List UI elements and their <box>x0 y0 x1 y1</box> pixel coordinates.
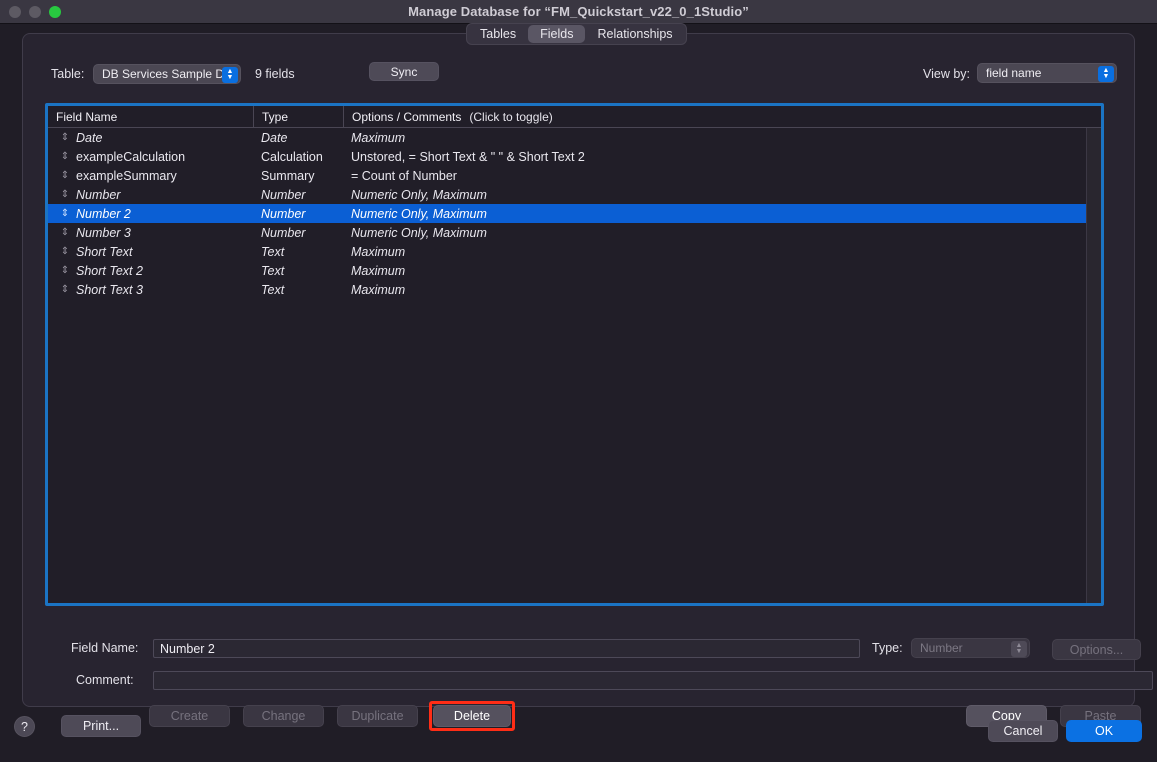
close-window-icon[interactable] <box>9 6 21 18</box>
comment-input[interactable] <box>153 671 1153 690</box>
row-field-options[interactable]: Maximum <box>343 280 1101 299</box>
row-field-type: Summary <box>261 168 315 183</box>
row-field-options[interactable]: Maximum <box>343 242 1101 261</box>
row-field-name: Short Text 3 <box>76 282 143 297</box>
window-title-bar: Manage Database for “FM_Quickstart_v22_0… <box>0 0 1157 24</box>
tab-tables[interactable]: Tables <box>468 25 528 43</box>
chevron-updown-icon: ▲ ▼ <box>222 67 238 83</box>
chevron-updown-icon: ▲ ▼ <box>1098 66 1114 82</box>
row-field-type: Number <box>261 206 306 221</box>
minimize-window-icon[interactable] <box>29 6 41 18</box>
cancel-button[interactable]: Cancel <box>988 720 1058 742</box>
tab-fields[interactable]: Fields <box>528 25 586 43</box>
field-list[interactable]: Field Name Type Options / Comments (Clic… <box>45 103 1104 606</box>
fields-toolbar: Table: DB Services Sample D... ▲ ▼ 9 fiel… <box>23 59 1136 91</box>
reorder-handle-icon[interactable]: ⇕ <box>56 185 74 204</box>
column-header-options[interactable]: Options / Comments (Click to toggle) <box>343 106 1101 128</box>
row-field-name: Number 2 <box>76 206 131 221</box>
reorder-handle-icon[interactable]: ⇕ <box>56 204 74 223</box>
field-name-input[interactable]: Number 2 <box>153 639 860 658</box>
table-select[interactable]: DB Services Sample D... ▲ ▼ <box>93 64 241 84</box>
row-field-type: Calculation <box>261 149 323 164</box>
column-header-type[interactable]: Type <box>253 106 343 128</box>
column-header-options-hint: (Click to toggle) <box>469 110 553 124</box>
field-list-header: Field Name Type Options / Comments (Clic… <box>48 106 1101 128</box>
column-header-options-label: Options / Comments <box>352 110 462 124</box>
row-field-name: Date <box>76 130 103 145</box>
row-field-type: Text <box>261 244 285 259</box>
row-field-name: Number <box>76 187 121 202</box>
window-title: Manage Database for “FM_Quickstart_v22_0… <box>408 4 749 19</box>
dialog-body: Tables Fields Relationships Table: DB Se… <box>0 23 1157 762</box>
row-field-options[interactable]: Unstored, = Short Text & " " & Short Tex… <box>343 147 1101 166</box>
table-row[interactable]: ⇕ Short Text 2 Text Maximum <box>48 261 1101 280</box>
main-panel: Tables Fields Relationships Table: DB Se… <box>22 23 1153 731</box>
row-field-options[interactable]: Maximum <box>343 261 1101 280</box>
row-field-name: exampleSummary <box>76 168 177 183</box>
reorder-handle-icon[interactable]: ⇕ <box>56 166 74 185</box>
row-field-name: Short Text <box>76 244 133 259</box>
tab-bar: Tables Fields Relationships <box>466 23 687 45</box>
view-by-value: field name <box>986 66 1042 80</box>
reorder-handle-icon[interactable]: ⇕ <box>56 261 74 280</box>
create-button: Create <box>149 705 230 727</box>
chevron-updown-icon: ▲ ▼ <box>1011 641 1027 657</box>
type-select: Number ▲ ▼ <box>911 638 1030 658</box>
type-select-value: Number <box>920 641 963 655</box>
field-list-scrollbar[interactable] <box>1086 128 1101 603</box>
type-label: Type: <box>872 641 903 655</box>
comment-label: Comment: <box>76 673 134 687</box>
duplicate-button: Duplicate <box>337 705 418 727</box>
row-field-options[interactable]: = Count of Number <box>343 166 1101 185</box>
reorder-handle-icon[interactable]: ⇕ <box>56 242 74 261</box>
row-field-name: Number 3 <box>76 225 131 240</box>
row-field-type: Text <box>261 263 285 278</box>
table-select-value: DB Services Sample D... <box>102 67 235 81</box>
table-row[interactable]: ⇕ Date Date Maximum <box>48 128 1101 147</box>
column-header-field-name[interactable]: Field Name <box>48 106 253 128</box>
fields-count-label: 9 fields <box>255 67 295 81</box>
field-list-rows: ⇕ Date Date Maximum ⇕ exampleCalculation Calcu… <box>48 128 1101 603</box>
row-field-name: Short Text 2 <box>76 263 143 278</box>
ok-button[interactable]: OK <box>1066 720 1142 742</box>
row-field-type: Date <box>261 130 288 145</box>
table-row[interactable]: ⇕ exampleSummary Summary = Count of Number <box>48 166 1101 185</box>
table-row[interactable]: ⇕ Number 3 Number Numeric Only, Maximum <box>48 223 1101 242</box>
row-field-type: Number <box>261 187 306 202</box>
tab-relationships[interactable]: Relationships <box>585 25 684 43</box>
table-row[interactable]: ⇕ Number 2 Number Numeric Only, Maximum <box>48 204 1101 223</box>
help-button[interactable]: ? <box>14 716 35 737</box>
sync-button[interactable]: Sync <box>369 62 439 81</box>
table-row[interactable]: ⇕ Short Text Text Maximum <box>48 242 1101 261</box>
view-by-label: View by: <box>923 67 971 81</box>
row-field-options[interactable]: Numeric Only, Maximum <box>343 204 1101 223</box>
row-field-name: exampleCalculation <box>76 149 186 164</box>
table-label: Table: <box>51 67 85 81</box>
table-row[interactable]: ⇕ exampleCalculation Calculation Unstored, … <box>48 147 1101 166</box>
delete-button[interactable]: Delete <box>433 705 511 727</box>
table-row[interactable]: ⇕ Number Number Numeric Only, Maximum <box>48 185 1101 204</box>
row-field-options[interactable]: Numeric Only, Maximum <box>343 223 1101 242</box>
row-field-options[interactable]: Numeric Only, Maximum <box>343 185 1101 204</box>
maximize-window-icon[interactable] <box>49 6 61 18</box>
reorder-handle-icon[interactable]: ⇕ <box>56 147 74 166</box>
print-button[interactable]: Print... <box>61 715 141 737</box>
reorder-handle-icon[interactable]: ⇕ <box>56 280 74 299</box>
row-field-options[interactable]: Maximum <box>343 128 1101 147</box>
row-field-type: Number <box>261 225 306 240</box>
traffic-light-group <box>9 0 61 24</box>
options-button: Options... <box>1052 639 1141 660</box>
view-by-select[interactable]: field name ▲ ▼ <box>977 63 1117 83</box>
reorder-handle-icon[interactable]: ⇕ <box>56 128 74 147</box>
change-button: Change <box>243 705 324 727</box>
table-row[interactable]: ⇕ Short Text 3 Text Maximum <box>48 280 1101 299</box>
reorder-handle-icon[interactable]: ⇕ <box>56 223 74 242</box>
row-field-type: Text <box>261 282 285 297</box>
field-name-label: Field Name: <box>71 641 139 655</box>
